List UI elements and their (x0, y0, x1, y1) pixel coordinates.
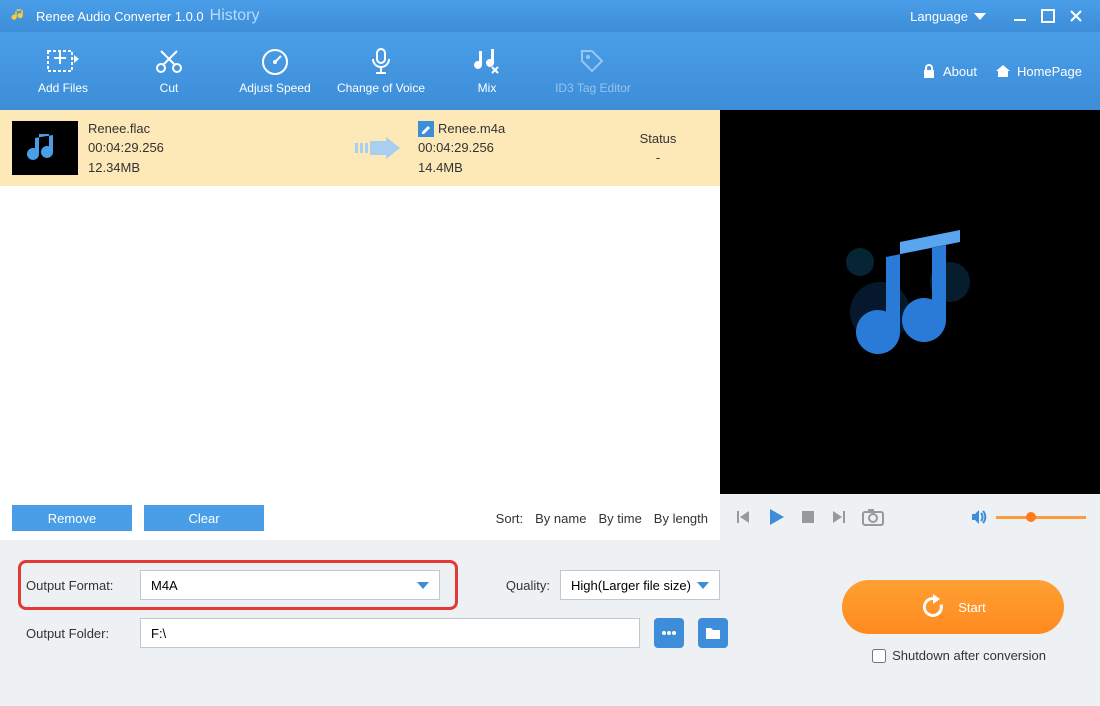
change-voice-button[interactable]: Change of Voice (328, 32, 434, 110)
stop-button[interactable] (800, 509, 816, 525)
file-row[interactable]: Renee.flac 00:04:29.256 12.34MB Renee.m4… (0, 110, 720, 186)
homepage-link[interactable]: HomePage (995, 63, 1082, 79)
cut-label: Cut (160, 81, 179, 95)
output-filename: Renee.m4a (438, 119, 505, 139)
status-header: Status (608, 129, 708, 149)
add-files-label: Add Files (38, 81, 88, 95)
sort-bar: Sort: By name By time By length (496, 511, 708, 526)
chevron-down-icon (697, 580, 709, 590)
quality-value: High(Larger file size) (571, 578, 691, 593)
sort-label: Sort: (496, 511, 523, 526)
preview-music-icon (810, 202, 1010, 402)
file-footer: Remove Clear Sort: By name By time By le… (0, 496, 720, 540)
bottom-panel: Output Format: M4A Quality: High(Larger … (0, 540, 1100, 706)
add-files-icon (46, 47, 80, 75)
file-thumbnail (12, 121, 78, 175)
music-note-icon (25, 128, 65, 168)
language-label: Language (910, 9, 968, 24)
file-list-empty (0, 186, 720, 496)
play-button[interactable] (766, 507, 786, 527)
about-link[interactable]: About (921, 63, 977, 79)
snapshot-button[interactable] (862, 508, 884, 526)
id3-label: ID3 Tag Editor (555, 81, 631, 95)
mix-icon (472, 47, 502, 75)
preview-display (720, 110, 1100, 494)
source-size: 12.34MB (88, 158, 338, 178)
language-selector[interactable]: Language (910, 9, 986, 24)
homepage-label: HomePage (1017, 64, 1082, 79)
change-voice-label: Change of Voice (337, 81, 425, 95)
output-folder-label: Output Folder: (20, 626, 130, 641)
quality-select[interactable]: High(Larger file size) (560, 570, 720, 600)
sort-by-time[interactable]: By time (598, 511, 641, 526)
output-file-info: Renee.m4a 00:04:29.256 14.4MB (418, 119, 598, 178)
arrow-icon (348, 133, 408, 163)
adjust-speed-label: Adjust Speed (239, 81, 310, 95)
mix-button[interactable]: Mix (434, 32, 540, 110)
minimize-button[interactable] (1006, 6, 1034, 26)
toolbar: Add Files Cut Adjust Speed Change of Voi… (0, 32, 1100, 110)
tag-icon (578, 47, 608, 75)
preview-pane (720, 110, 1100, 540)
mix-label: Mix (478, 81, 497, 95)
cut-button[interactable]: Cut (116, 32, 222, 110)
file-pane: Renee.flac 00:04:29.256 12.34MB Renee.m4… (0, 110, 720, 540)
source-file-info: Renee.flac 00:04:29.256 12.34MB (88, 119, 338, 178)
app-logo-icon (10, 7, 28, 25)
clear-button[interactable]: Clear (144, 505, 264, 531)
status-value: - (608, 148, 708, 168)
edit-icon[interactable] (418, 121, 434, 137)
close-button[interactable] (1062, 6, 1090, 26)
gauge-icon (260, 47, 290, 75)
app-title: Renee Audio Converter 1.0.0 (36, 9, 204, 24)
source-filename: Renee.flac (88, 119, 338, 139)
maximize-button[interactable] (1034, 6, 1062, 26)
browse-folder-button[interactable] (698, 618, 728, 648)
add-files-button[interactable]: Add Files (10, 32, 116, 110)
output-format-select[interactable]: M4A (140, 570, 440, 600)
adjust-speed-button[interactable]: Adjust Speed (222, 32, 328, 110)
next-button[interactable] (830, 508, 848, 526)
about-label: About (943, 64, 977, 79)
output-size: 14.4MB (418, 158, 598, 178)
scissors-icon (154, 47, 184, 75)
volume-slider[interactable] (996, 516, 1086, 519)
quality-label: Quality: (480, 578, 550, 593)
output-format-value: M4A (151, 578, 178, 593)
lock-icon (921, 63, 937, 79)
output-folder-input[interactable]: F:\ (140, 618, 640, 648)
status-column: Status - (608, 129, 708, 168)
shutdown-checkbox[interactable]: Shutdown after conversion (872, 648, 1046, 663)
sort-by-name[interactable]: By name (535, 511, 586, 526)
start-label: Start (958, 600, 985, 615)
prev-button[interactable] (734, 508, 752, 526)
start-button[interactable]: Start (842, 580, 1064, 634)
refresh-icon (920, 594, 946, 620)
remove-button[interactable]: Remove (12, 505, 132, 531)
home-icon (995, 63, 1011, 79)
source-duration: 00:04:29.256 (88, 138, 338, 158)
dropdown-icon (974, 11, 986, 21)
history-link[interactable]: History (210, 7, 260, 25)
titlebar: Renee Audio Converter 1.0.0 History Lang… (0, 0, 1100, 32)
shutdown-checkbox-input[interactable] (872, 649, 886, 663)
player-controls (720, 494, 1100, 540)
id3-editor-button[interactable]: ID3 Tag Editor (540, 32, 646, 110)
microphone-icon (366, 47, 396, 75)
output-format-label: Output Format: (20, 578, 130, 593)
sort-by-length[interactable]: By length (654, 511, 708, 526)
shutdown-label: Shutdown after conversion (892, 648, 1046, 663)
output-duration: 00:04:29.256 (418, 138, 598, 158)
output-folder-value: F:\ (151, 626, 166, 641)
volume-icon[interactable] (970, 509, 988, 525)
more-button[interactable] (654, 618, 684, 648)
chevron-down-icon (417, 580, 429, 590)
